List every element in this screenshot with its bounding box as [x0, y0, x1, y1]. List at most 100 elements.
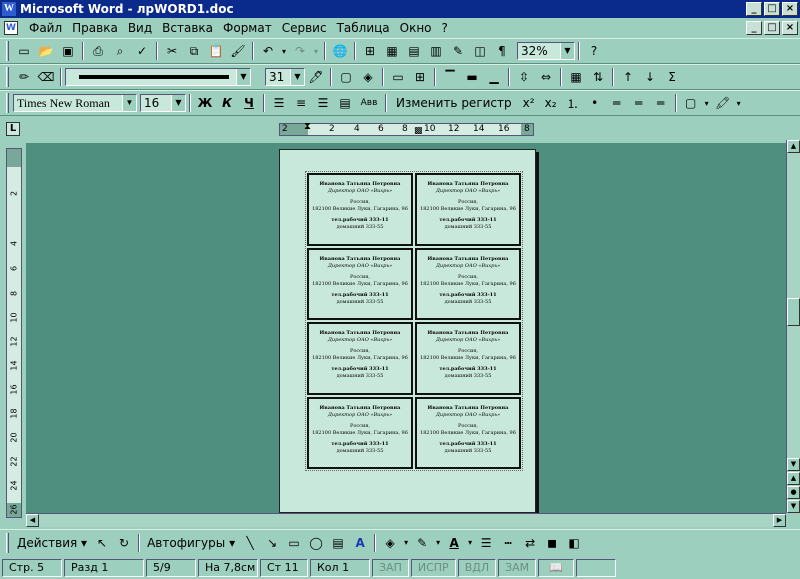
doc-minimize-button[interactable]: _ — [746, 21, 762, 35]
bold-button[interactable]: Ж — [194, 92, 216, 114]
chevron-down-icon[interactable]: ▼ — [290, 69, 304, 85]
chevron-down-icon[interactable]: ▼ — [171, 95, 185, 111]
status-pages[interactable]: 5/9 — [146, 559, 196, 577]
split-cells-icon[interactable]: ⊞ — [409, 66, 431, 88]
line-icon[interactable]: ╲ — [239, 532, 261, 554]
draw-actions-menu[interactable]: Действия ▾ — [13, 536, 91, 550]
horizontal-scrollbar[interactable]: ◀ ▶ — [26, 513, 786, 527]
align-left-icon[interactable]: ☰ — [268, 92, 290, 114]
chevron-down-icon[interactable]: ▼ — [560, 43, 574, 59]
font-color-icon[interactable]: A — [443, 532, 465, 554]
paste-icon[interactable]: 📋 — [205, 40, 227, 62]
merge-cells-icon[interactable]: ▭ — [387, 66, 409, 88]
border-color-icon[interactable]: 🖊 — [305, 66, 327, 88]
line-spacing-2-icon[interactable]: ═ — [650, 92, 672, 114]
status-line[interactable]: Ст 11 — [260, 559, 308, 577]
hyperlink-icon[interactable]: 🌐 — [329, 40, 351, 62]
line-spacing-15-icon[interactable]: ═ — [628, 92, 650, 114]
business-card[interactable]: Иванова Татьяна Петровна Директор ОАО «В… — [307, 247, 413, 320]
distribute-rows-icon[interactable]: ⇳ — [513, 66, 535, 88]
vertical-ruler[interactable]: 2 4 6 8 10 12 14 16 18 20 22 24 26 — [6, 148, 22, 518]
columns-icon[interactable]: ▥ — [425, 40, 447, 62]
arrow-style-icon[interactable]: ⇄ — [519, 532, 541, 554]
shading-icon[interactable]: ◈ — [357, 66, 379, 88]
undo-dropdown-icon[interactable]: ▾ — [279, 40, 289, 62]
business-card[interactable]: Иванова Татьяна Петровна Директор ОАО «В… — [415, 247, 521, 320]
text-direction-icon[interactable]: ⇅ — [587, 66, 609, 88]
align-center-vertical-icon[interactable]: ▬ — [461, 66, 483, 88]
menu-table[interactable]: Таблица — [332, 21, 395, 35]
business-card[interactable]: Иванова Татьяна Петровна Директор ОАО «В… — [307, 173, 413, 246]
status-extend-selection[interactable]: ВДЛ — [457, 559, 497, 577]
select-browse-object-icon[interactable]: ● — [787, 486, 800, 499]
maximize-button[interactable]: □ — [764, 2, 780, 16]
business-card[interactable]: Иванова Татьяна Петровна Директор ОАО «В… — [307, 396, 413, 469]
doc-close-button[interactable]: × — [782, 21, 798, 35]
column-marker-icon[interactable]: ▩ — [414, 126, 423, 136]
toolbar-grip[interactable] — [6, 93, 9, 113]
tables-borders-icon[interactable]: ⊞ — [359, 40, 381, 62]
document-icon[interactable]: W — [4, 21, 18, 35]
scroll-up-icon[interactable]: ▲ — [787, 140, 800, 153]
business-card[interactable]: Иванова Татьяна Петровна Директор ОАО «В… — [415, 396, 521, 469]
outside-border-icon[interactable]: ▢ — [680, 92, 702, 114]
tab-selector[interactable]: L — [6, 122, 20, 136]
document-map-icon[interactable]: ◫ — [469, 40, 491, 62]
drawing-icon[interactable]: ✎ — [447, 40, 469, 62]
vertical-scrollbar[interactable]: ▲ ▼ ▲ ● ▼ — [786, 140, 800, 513]
shadow-icon[interactable]: ◼ — [541, 532, 563, 554]
status-page[interactable]: Стр. 5 — [2, 559, 62, 577]
align-top-icon[interactable]: ▔ — [439, 66, 461, 88]
new-document-icon[interactable]: ▭ — [13, 40, 35, 62]
minimize-button[interactable]: _ — [746, 2, 762, 16]
change-case-button[interactable]: Изменить регистр — [390, 96, 518, 110]
line-weight-select[interactable]: 31 ▼ — [265, 68, 305, 86]
undo-icon[interactable]: ↶ — [257, 40, 279, 62]
previous-page-icon[interactable]: ▲ — [787, 472, 800, 485]
align-center-icon[interactable]: ≡ — [290, 92, 312, 114]
fill-color-icon[interactable]: ◈ — [379, 532, 401, 554]
spelling-status-icon[interactable]: 📖 — [538, 559, 575, 577]
toolbar-grip[interactable] — [6, 532, 9, 553]
autosum-icon[interactable]: Σ — [661, 66, 683, 88]
status-track-changes[interactable]: ИСПР — [410, 559, 456, 577]
font-color-dropdown-icon[interactable]: ▾ — [465, 532, 475, 554]
chevron-down-icon[interactable]: ▼ — [236, 69, 250, 85]
border-dropdown-icon[interactable]: ▾ — [702, 92, 712, 114]
document-workspace[interactable]: Иванова Татьяна Петровна Директор ОАО «В… — [26, 143, 786, 513]
underline-button[interactable]: Ч — [238, 92, 260, 114]
next-page-icon[interactable]: ▼ — [787, 500, 800, 513]
menu-insert[interactable]: Вставка — [157, 21, 218, 35]
scroll-right-icon[interactable]: ▶ — [773, 514, 786, 527]
open-folder-icon[interactable]: 📂 — [35, 40, 57, 62]
scroll-left-icon[interactable]: ◀ — [26, 514, 39, 527]
status-overtype[interactable]: ЗАМ — [498, 559, 537, 577]
highlight-dropdown-icon[interactable]: ▾ — [734, 92, 744, 114]
sort-descending-icon[interactable]: ↓ — [639, 66, 661, 88]
line-color-icon[interactable]: ✎ — [411, 532, 433, 554]
line-spacing-1-icon[interactable]: ═ — [606, 92, 628, 114]
sort-ascending-icon[interactable]: ↑ — [617, 66, 639, 88]
show-hide-icon[interactable]: ¶ — [491, 40, 513, 62]
table-autoformat-icon[interactable]: ▦ — [565, 66, 587, 88]
status-record-macro[interactable]: ЗАП — [372, 559, 409, 577]
line-style-icon[interactable]: ☰ — [475, 532, 497, 554]
toolbar-grip[interactable] — [6, 41, 9, 61]
superscript-button[interactable]: x² — [518, 92, 540, 114]
draw-table-pencil-icon[interactable]: ✏ — [13, 66, 35, 88]
format-painter-icon[interactable]: 🖌 — [227, 40, 249, 62]
horizontal-ruler[interactable]: L 2 2 4 6 8 10 12 14 16 8 ⧗ ▩ — [0, 119, 800, 141]
menu-edit[interactable]: Правка — [67, 21, 123, 35]
business-cards-table[interactable]: Иванова Татьяна Петровна Директор ОАО «В… — [305, 171, 523, 471]
justify-icon[interactable]: ▤ — [334, 92, 356, 114]
business-card[interactable]: Иванова Татьяна Петровна Директор ОАО «В… — [415, 322, 521, 395]
scroll-thumb[interactable] — [787, 298, 800, 326]
scroll-down-icon[interactable]: ▼ — [787, 458, 800, 471]
ruler-strip[interactable]: 2 2 4 6 8 10 12 14 16 8 ⧗ ▩ — [279, 121, 534, 136]
menu-window[interactable]: Окно — [395, 21, 437, 35]
status-section[interactable]: Разд 1 — [64, 559, 144, 577]
eraser-icon[interactable]: ⌫ — [35, 66, 57, 88]
align-bottom-icon[interactable]: ▁ — [483, 66, 505, 88]
3d-icon[interactable]: ◧ — [563, 532, 585, 554]
rectangle-icon[interactable]: ▭ — [283, 532, 305, 554]
